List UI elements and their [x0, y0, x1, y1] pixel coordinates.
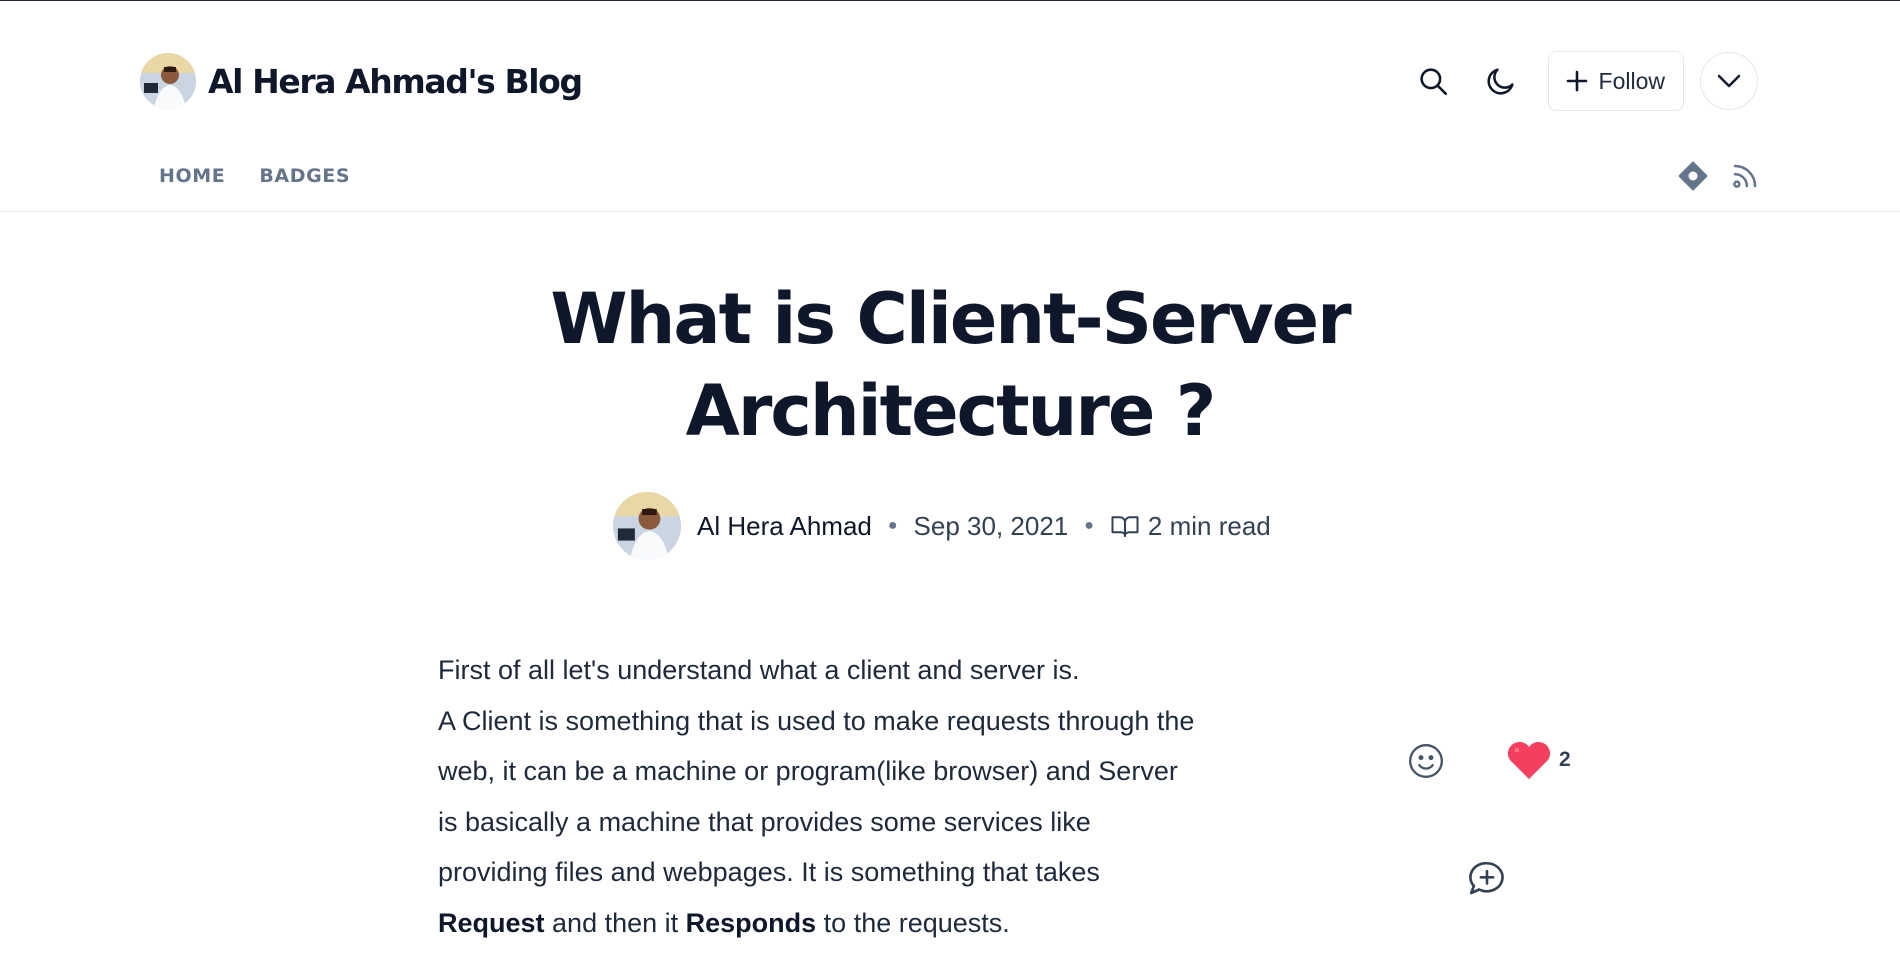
rss-icon[interactable] — [1730, 161, 1760, 196]
paragraph-1: First of all let's understand what a cli… — [438, 655, 1080, 685]
follow-button[interactable]: Follow — [1547, 51, 1684, 111]
reaction-bar — [1406, 741, 1446, 786]
search-icon — [1419, 68, 1447, 96]
paragraph-2-line: A Client is something that is used to ma… — [438, 705, 1195, 736]
author-avatar[interactable] — [613, 492, 681, 560]
meta-separator: ● — [887, 517, 898, 534]
nav-icons — [1678, 161, 1760, 196]
follow-label: Follow — [1598, 67, 1665, 94]
article-title-line1: What is Client-Server — [550, 278, 1351, 360]
bold-request: Request — [438, 907, 545, 938]
plus-icon — [1566, 70, 1587, 92]
blog-header: Al Hera Ahmad's Blog Follow HOME BADGES — [0, 1, 1900, 212]
bold-responds: Responds — [685, 907, 817, 938]
paragraph-2-line: is basically a machine that provides som… — [438, 806, 1091, 837]
like-button[interactable]: 2 — [1505, 739, 1571, 781]
chevron-down-icon — [1717, 74, 1741, 88]
article-title-line2: Architecture ? — [685, 370, 1217, 452]
paragraph-2: A Client is something that is used to ma… — [438, 696, 1318, 949]
comment-plus-icon — [1469, 861, 1504, 895]
blog-brand[interactable]: Al Hera Ahmad's Blog — [140, 53, 583, 109]
header-actions: Follow — [1404, 51, 1758, 111]
like-count: 2 — [1559, 748, 1571, 771]
blog-avatar — [140, 53, 196, 109]
meta-separator: ● — [1084, 517, 1094, 534]
article-title: What is Client-Server Architecture ? — [0, 273, 1900, 457]
hashnode-icon[interactable] — [1678, 161, 1708, 196]
paragraph-2-line: web, it can be a machine or program(like… — [438, 756, 1178, 786]
author-name[interactable]: Al Hera Ahmad — [697, 511, 872, 542]
nav-item-home[interactable]: HOME — [159, 165, 225, 187]
theme-toggle-button[interactable] — [1472, 52, 1530, 110]
add-comment-button[interactable] — [1466, 858, 1508, 905]
publish-date: Sep 30, 2021 — [913, 510, 1069, 541]
book-icon — [1111, 516, 1139, 537]
moon-icon — [1487, 68, 1514, 95]
add-reaction-button[interactable] — [1406, 741, 1446, 786]
nav-item-badges[interactable]: BADGES — [259, 165, 350, 187]
read-time-text: 2 min read — [1147, 510, 1271, 541]
more-options-button[interactable] — [1700, 52, 1758, 110]
heart-icon — [1507, 741, 1551, 779]
article-meta: Al Hera Ahmad ● Sep 30, 2021 ● 2 min rea… — [613, 492, 1271, 560]
paragraph-2-text: to the requests. — [816, 907, 1010, 938]
paragraph-2-text: and then it — [544, 907, 686, 938]
read-time: 2 min read — [1110, 511, 1271, 542]
blog-nav: HOME BADGES — [159, 165, 350, 187]
article-content: First of all let's understand what a cli… — [438, 645, 1318, 948]
paragraph-2-line: providing files and webpages. It is some… — [438, 857, 1100, 887]
blog-title: Al Hera Ahmad's Blog — [208, 61, 583, 101]
search-button[interactable] — [1404, 52, 1462, 110]
smiley-icon — [1409, 744, 1443, 778]
